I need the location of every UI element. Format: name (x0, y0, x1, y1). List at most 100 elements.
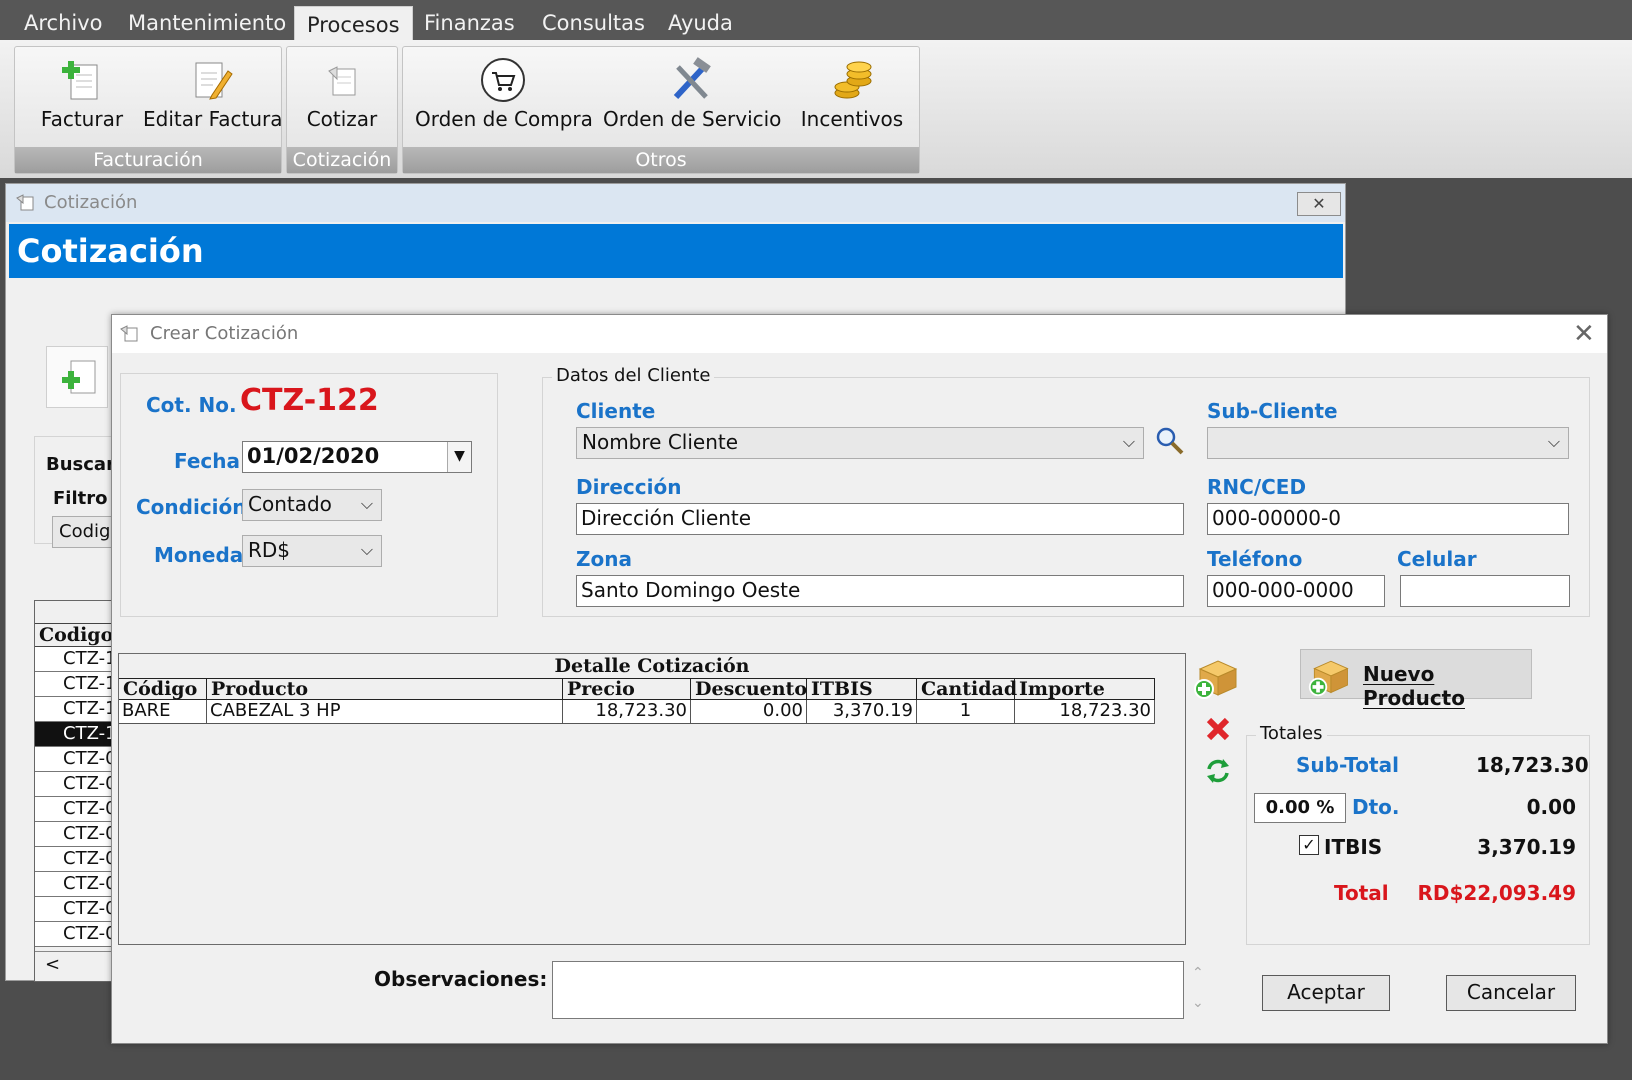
column-header-descuento[interactable]: Descuento (691, 678, 807, 700)
table-cell-descuento[interactable]: 0.00 (691, 700, 807, 724)
direccion-label: Dirección (576, 475, 682, 499)
ribbon-group-label: Cotización (287, 147, 397, 173)
table-cell-itbis[interactable]: 3,370.19 (807, 700, 917, 724)
menu-ayuda[interactable]: Ayuda (656, 0, 745, 44)
subtotal-label: Sub-Total (1296, 753, 1399, 777)
aceptar-button[interactable]: Aceptar (1262, 975, 1390, 1011)
menu-procesos[interactable]: Procesos (294, 6, 413, 44)
list-item[interactable]: CTZ-0 (35, 797, 113, 822)
column-header-importe[interactable]: Importe (1015, 678, 1155, 700)
subcliente-select[interactable]: ⌵ (1207, 427, 1569, 459)
list-item[interactable]: CTZ-0 (35, 747, 113, 772)
delete-icon[interactable] (1204, 715, 1232, 743)
dialog-title: Crear Cotización (150, 323, 299, 344)
moneda-select[interactable]: RD$ ⌵ (242, 535, 382, 567)
orden-compra-button[interactable]: Orden de Compra (415, 51, 593, 141)
cot-no-label: Cot. No. (146, 393, 237, 417)
table-cell-producto[interactable]: CABEZAL 3 HP (207, 700, 563, 724)
subtotal-value: 18,723.30 (1476, 753, 1589, 777)
horizontal-scrollbar[interactable]: < (35, 951, 113, 979)
menu-consultas[interactable]: Consultas (530, 0, 657, 44)
celular-input[interactable] (1400, 575, 1570, 607)
list-item[interactable]: CTZ-1 (35, 672, 113, 697)
column-header-precio[interactable]: Precio (563, 678, 691, 700)
column-header-producto[interactable]: Producto (207, 678, 563, 700)
zona-label: Zona (576, 547, 632, 571)
list-item[interactable]: CTZ-0 (35, 847, 113, 872)
itbis-checkbox[interactable]: ✓ (1299, 835, 1319, 855)
condicion-select[interactable]: Contado ⌵ (242, 489, 382, 521)
window-app-icon (16, 194, 34, 211)
telefono-label: Teléfono (1207, 547, 1303, 571)
fecha-label: Fecha (174, 449, 241, 473)
list-item[interactable]: CTZ-1 (35, 722, 113, 747)
itbis-value: 3,370.19 (1477, 835, 1576, 859)
table-cell-codigo[interactable]: BARE (119, 700, 207, 724)
scroll-down-icon[interactable]: ⌄ (1192, 995, 1204, 1011)
list-item[interactable]: CTZ-0 (35, 872, 113, 897)
dialog-app-icon (120, 325, 138, 342)
list-item[interactable]: CTZ-1 (35, 697, 113, 722)
list-item[interactable]: CTZ-0 (35, 772, 113, 797)
chevron-down-icon: ⌵ (360, 540, 373, 559)
cancelar-button[interactable]: Cancelar (1446, 975, 1576, 1011)
menu-finanzas[interactable]: Finanzas (412, 0, 527, 44)
list-item[interactable]: CTZ-0 (35, 822, 113, 847)
list-item[interactable]: CTZ-0 (35, 922, 113, 947)
list-header[interactable]: Codigo (35, 623, 113, 647)
cliente-label: Cliente (576, 399, 656, 423)
total-value: RD$22,093.49 (1417, 881, 1576, 905)
cot-number: CTZ-122 (240, 383, 379, 418)
crear-cotizacion-dialog: Crear Cotización ✕ Cot. No. CTZ-122 Fech… (111, 314, 1608, 1044)
menu-archivo[interactable]: Archivo (12, 0, 115, 44)
editar-factura-button[interactable]: Editar Factura (143, 51, 282, 141)
zona-input[interactable]: Santo Domingo Oeste (576, 575, 1184, 607)
itbis-label: ITBIS (1324, 835, 1383, 859)
orden-servicio-button[interactable]: Orden de Servicio (603, 51, 781, 141)
scroll-up-icon[interactable]: ⌃ (1192, 965, 1204, 981)
table-cell-precio[interactable]: 18,723.30 (563, 700, 691, 724)
dropdown-arrow-icon[interactable]: ▼ (447, 442, 471, 472)
direccion-input[interactable]: Dirección Cliente (576, 503, 1184, 535)
chevron-down-icon: ⌵ (360, 494, 373, 513)
incentivos-button[interactable]: Incentivos (791, 51, 913, 141)
search-icon[interactable] (1154, 425, 1186, 457)
close-icon: ✕ (1312, 194, 1326, 213)
ribbon: Facturar Editar Factura Facturación Coti… (0, 40, 1632, 178)
cliente-select[interactable]: Nombre Cliente ⌵ (576, 427, 1144, 459)
column-header-itbis[interactable]: ITBIS (807, 678, 917, 700)
facturar-button[interactable]: Facturar (23, 51, 141, 141)
moneda-label: Moneda (154, 543, 244, 567)
fecha-date-picker[interactable]: 01/02/2020 ▼ (242, 441, 472, 473)
telefono-input[interactable]: 000-000-0000 (1207, 575, 1385, 607)
descuento-percent-input[interactable]: 0.00 % (1254, 793, 1346, 823)
table-cell-cantidad[interactable]: 1 (917, 700, 1015, 724)
close-button[interactable]: ✕ (1297, 192, 1341, 216)
ribbon-group-cotizacion: Cotizar Cotización (286, 46, 398, 174)
totales-title: Totales (1256, 723, 1327, 744)
column-header-cantidad[interactable]: Cantidad (917, 678, 1017, 700)
observaciones-textarea[interactable] (552, 961, 1184, 1019)
detalle-cotizacion-table: Detalle Cotización Código Producto Preci… (118, 653, 1186, 945)
filter-select[interactable]: Codigo (52, 516, 114, 548)
table-cell-importe[interactable]: 18,723.30 (1015, 700, 1155, 724)
scroll-left-arrow[interactable]: < (45, 954, 60, 975)
list-item[interactable]: CTZ-1 (35, 647, 113, 672)
menu-mantenimiento[interactable]: Mantenimiento (116, 0, 298, 44)
rnc-label: RNC/CED (1207, 475, 1307, 499)
column-header-codigo[interactable]: Código (119, 678, 207, 700)
new-quote-button[interactable] (46, 346, 108, 408)
rnc-input[interactable]: 000-00000-0 (1207, 503, 1569, 535)
cotizar-button[interactable]: Cotizar (291, 51, 393, 141)
nuevo-producto-button[interactable]: Nuevo Producto (1300, 649, 1532, 710)
refresh-icon[interactable] (1204, 757, 1232, 785)
ribbon-group-facturacion: Facturar Editar Factura Facturación (14, 46, 282, 174)
tools-icon (673, 57, 711, 100)
list-item[interactable]: CTZ-0 (35, 897, 113, 922)
ribbon-group-otros: Orden de Compra Orden de Servicio Incent… (402, 46, 920, 174)
close-icon[interactable]: ✕ (1573, 319, 1595, 349)
coins-icon (834, 61, 872, 99)
observaciones-label: Observaciones: (374, 967, 548, 991)
new-invoice-icon (62, 61, 98, 100)
add-item-box-icon[interactable] (1192, 651, 1242, 701)
